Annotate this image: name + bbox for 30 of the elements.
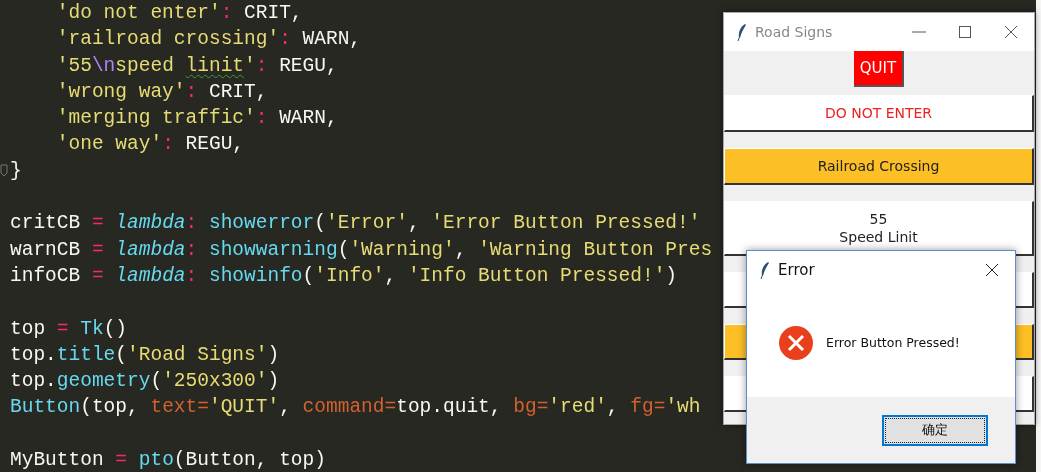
code-line: 'wrong way': CRIT, — [55, 79, 268, 105]
sign-button[interactable]: 55 Speed Linit — [724, 201, 1034, 256]
code-line: infoCB = lambda: showinfo('Info', 'Info Button Pressed!') — [10, 263, 678, 289]
code-line: 'merging traffic': WARN, — [55, 106, 338, 132]
code-line: top.title('Road Signs') — [10, 342, 280, 368]
feather-icon — [759, 261, 770, 279]
code-line: '55\nspeed linit': REGU, — [55, 53, 338, 79]
code-line: top.geometry('250x300') — [10, 369, 280, 395]
code-line: Button(top, text='QUIT', command=top.quit, bg='red', fg='wh — [10, 395, 701, 421]
close-icon — [985, 263, 999, 277]
code-line: warnCB = lambda: showwarning('Warning', 'Warning Button Pres — [10, 237, 713, 263]
maximize-icon — [958, 25, 972, 39]
window-title: Road Signs — [755, 22, 834, 42]
dialog-message: Error Button Pressed! — [826, 333, 960, 352]
sign-button[interactable]: Railroad Crossing — [724, 148, 1034, 185]
close-icon — [1004, 25, 1018, 39]
code-line: critCB = lambda: showerror('Error', 'Error Button Pressed!' — [10, 211, 701, 237]
error-icon — [778, 325, 814, 361]
feather-icon — [736, 23, 747, 41]
quit-button[interactable]: QUIT — [853, 51, 905, 87]
code-line: } — [10, 158, 22, 184]
code-line: 'railroad crossing': WARN, — [55, 27, 362, 53]
code-line: 'one way': REGU, — [55, 132, 245, 158]
code-line: 'do not enter': CRIT, — [55, 1, 303, 26]
code-line: top = Tk() — [10, 316, 128, 342]
sign-button[interactable]: DO NOT ENTER — [724, 95, 1034, 132]
ok-button[interactable]: 确定 — [882, 414, 988, 446]
minimize-icon — [912, 31, 926, 33]
dialog-title: Error — [778, 259, 816, 281]
code-line: MyButton = pto(Button, top) — [10, 448, 326, 472]
